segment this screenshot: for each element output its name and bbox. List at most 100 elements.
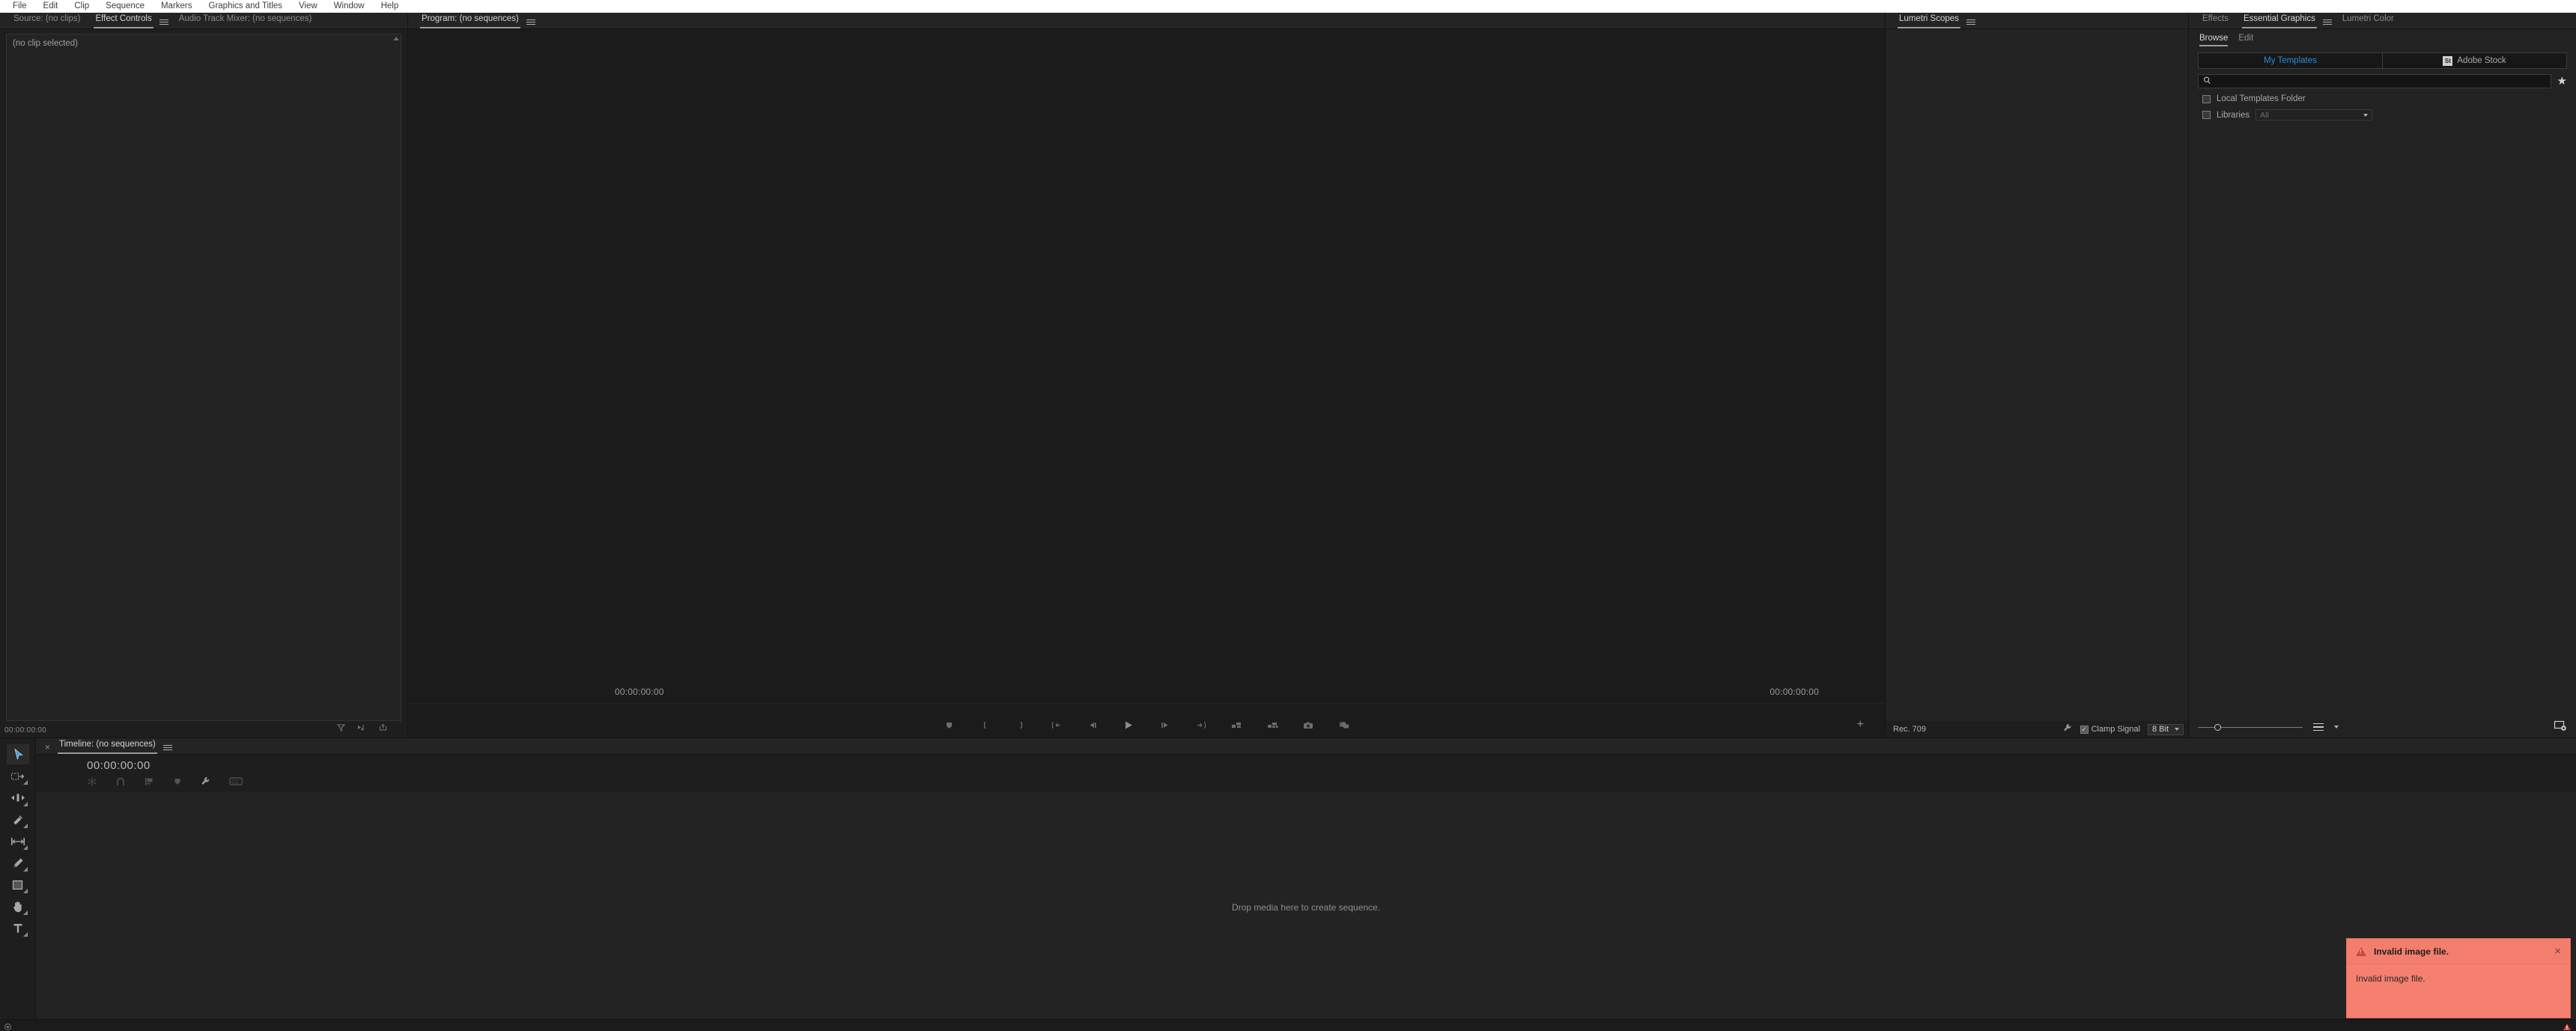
timeline-settings-icon[interactable]	[200, 776, 211, 791]
ripple-edit-tool[interactable]	[7, 788, 29, 808]
selection-tool[interactable]	[7, 744, 29, 764]
timeline-panel: × Timeline: (no sequences) 00:00:00:00 C…	[36, 738, 2576, 1031]
scroll-up-arrow-icon[interactable]	[393, 37, 399, 40]
menu-item-edit[interactable]: Edit	[35, 0, 67, 13]
tool-flyout-indicator[interactable]	[23, 889, 28, 893]
play-audio-icon[interactable]	[356, 723, 368, 736]
subtab-browse[interactable]: Browse	[2198, 34, 2235, 46]
tab-lumetri-scopes[interactable]: Lumetri Scopes	[1892, 12, 1966, 28]
go-to-out-icon[interactable]	[1193, 718, 1208, 732]
tool-flyout-indicator[interactable]	[23, 802, 28, 806]
filter-libraries[interactable]: Libraries All	[2202, 109, 2567, 121]
program-monitor-menu-icon[interactable]	[526, 19, 535, 25]
search-input[interactable]	[2215, 76, 2546, 86]
chevron-down-icon[interactable]	[2334, 726, 2339, 729]
marker-overlay-icon[interactable]	[144, 776, 155, 791]
star-icon[interactable]: ★	[2557, 76, 2567, 87]
hand-tool[interactable]	[7, 896, 29, 916]
tab-effect-controls[interactable]: Effect Controls	[88, 12, 159, 28]
tab-lumetri-color[interactable]: Lumetri Color	[2335, 12, 2402, 28]
menu-item-sequence[interactable]: Sequence	[97, 0, 153, 13]
lumetri-scopes-graph-area[interactable]	[1886, 29, 2188, 721]
effect-controls-scrollbar[interactable]	[392, 35, 400, 720]
menu-item-graphics-and-titles[interactable]: Graphics and Titles	[201, 0, 291, 13]
tab-timeline[interactable]: Timeline: (no sequences)	[52, 737, 163, 754]
button-editor-icon[interactable]: +	[1857, 719, 1864, 731]
tab-source[interactable]: Source: (no clips)	[6, 12, 88, 28]
timeline-playhead-timecode[interactable]: 00:00:00:00	[87, 759, 151, 772]
tool-flyout-indicator[interactable]	[23, 867, 28, 872]
clamp-signal-control[interactable]: ✓ Clamp Signal	[2080, 725, 2140, 734]
mark-in-icon[interactable]	[977, 718, 992, 732]
snap-icon[interactable]	[87, 776, 97, 791]
record-icon[interactable]	[4, 1021, 12, 1031]
subtab-edit[interactable]: Edit	[2235, 34, 2261, 46]
timeline-drop-area[interactable]: Drop media here to create sequence.	[36, 792, 2576, 1022]
mark-out-icon[interactable]	[1013, 718, 1028, 732]
tab-effects[interactable]: Effects	[2195, 12, 2236, 28]
new-layer-icon[interactable]	[2554, 720, 2567, 735]
close-icon[interactable]: ×	[2554, 946, 2561, 957]
filter-icon[interactable]	[336, 723, 346, 736]
captions-icon[interactable]: CC	[229, 776, 243, 790]
menu-item-view[interactable]: View	[291, 0, 326, 13]
add-marker-icon[interactable]	[941, 718, 956, 732]
step-back-icon[interactable]	[1085, 718, 1100, 732]
warning-indicator-icon[interactable]	[2563, 1021, 2572, 1031]
program-monitor-current-timecode[interactable]: 00:00:00:00	[615, 687, 664, 697]
menu-item-file[interactable]: File	[4, 0, 35, 13]
essential-graphics-search-row: ★	[2198, 74, 2567, 88]
comparison-view-icon[interactable]	[1337, 718, 1352, 732]
clamp-signal-checkbox[interactable]: ✓	[2080, 725, 2089, 734]
program-monitor-scrubbar[interactable]	[408, 703, 1885, 711]
segment-adobe-stock[interactable]: St Adobe Stock	[2382, 53, 2566, 68]
wrench-icon[interactable]	[2062, 723, 2073, 737]
filter-local-templates-folder[interactable]: Local Templates Folder	[2202, 94, 2567, 103]
thumbnail-zoom-slider[interactable]	[2198, 723, 2303, 731]
list-sort-icon[interactable]	[2313, 723, 2324, 732]
local-templates-folder-checkbox[interactable]	[2202, 94, 2211, 103]
segment-my-templates[interactable]: My Templates	[2199, 53, 2382, 68]
slip-tool[interactable]	[7, 831, 29, 851]
program-monitor-stage[interactable]	[408, 29, 1885, 693]
linked-selection-icon[interactable]	[115, 776, 126, 791]
essential-graphics-menu-icon[interactable]	[2322, 19, 2332, 25]
menu-item-help[interactable]: Help	[373, 0, 407, 13]
libraries-select[interactable]: All	[2255, 109, 2373, 121]
menu-item-markers[interactable]: Markers	[153, 0, 201, 13]
effect-controls-menu-icon[interactable]	[159, 19, 168, 25]
go-to-in-icon[interactable]	[1049, 718, 1064, 732]
step-forward-icon[interactable]	[1157, 718, 1172, 732]
tool-flyout-indicator[interactable]	[23, 824, 28, 828]
lumetri-scopes-menu-icon[interactable]	[1966, 19, 1975, 25]
tab-essential-graphics[interactable]: Essential Graphics	[2236, 12, 2323, 28]
search-field-container[interactable]	[2198, 74, 2551, 88]
rectangle-tool[interactable]	[7, 875, 29, 895]
slider-knob[interactable]	[2214, 723, 2221, 731]
pen-tool[interactable]	[7, 853, 29, 873]
menu-item-window[interactable]: Window	[326, 0, 373, 13]
razor-tool[interactable]	[7, 809, 29, 830]
export-icon[interactable]	[378, 723, 388, 736]
export-frame-icon[interactable]	[1301, 718, 1316, 732]
tool-flyout-indicator[interactable]	[23, 780, 28, 785]
program-monitor-duration-timecode[interactable]: 00:00:00:00	[1770, 687, 1819, 697]
add-marker-icon[interactable]	[173, 776, 182, 791]
effect-controls-footer	[0, 721, 407, 737]
type-tool[interactable]	[7, 918, 29, 938]
menu-item-clip[interactable]: Clip	[66, 0, 97, 13]
close-icon[interactable]: ×	[45, 740, 52, 754]
tab-audio-track-mixer[interactable]: Audio Track Mixer: (no sequences)	[171, 12, 320, 28]
track-select-forward-tool[interactable]	[7, 766, 29, 786]
error-toast[interactable]: Invalid image file. × Invalid image file…	[2347, 939, 2570, 1018]
extract-icon[interactable]	[1265, 718, 1280, 732]
play-stop-icon[interactable]	[1121, 718, 1136, 732]
bit-depth-select[interactable]: 8 Bit	[2147, 723, 2184, 735]
tool-flyout-indicator[interactable]	[23, 910, 28, 915]
tool-flyout-indicator[interactable]	[23, 932, 28, 937]
libraries-checkbox[interactable]	[2202, 111, 2211, 119]
lift-icon[interactable]	[1229, 718, 1244, 732]
timeline-menu-icon[interactable]	[162, 745, 172, 750]
tool-flyout-indicator[interactable]	[23, 845, 28, 850]
tab-program-monitor[interactable]: Program: (no sequences)	[414, 12, 526, 28]
